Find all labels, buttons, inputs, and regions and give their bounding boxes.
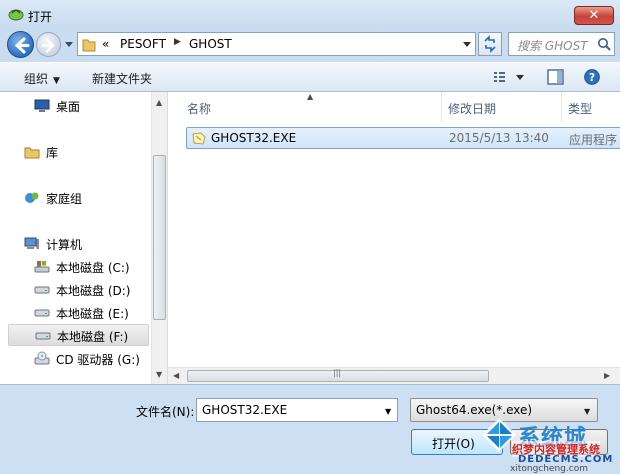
nav-item-drive-e[interactable]: 本地磁盘 (E:) (34, 303, 146, 323)
drive-icon (35, 332, 51, 340)
view-dropdown-icon[interactable] (514, 68, 526, 86)
scrollbar-thumb[interactable] (153, 155, 166, 320)
computer-icon (24, 237, 39, 249)
filename-field[interactable]: GHOST32.EXE ▼ (196, 398, 398, 422)
title-bar: 打开 ✕ (0, 0, 620, 30)
drive-icon (34, 309, 50, 317)
nav-item-label: 本地磁盘 (D:) (56, 284, 131, 298)
chevron-down-icon: ▼ (53, 76, 60, 86)
file-name: GHOST32.EXE (211, 131, 297, 145)
nav-item-drive-f[interactable]: 本地磁盘 (F:) (8, 324, 149, 346)
file-list-scrollbar[interactable]: ◀ ||| ▶ (168, 367, 620, 384)
close-icon: ✕ (588, 8, 600, 23)
breadcrumb-arrow-icon[interactable]: ▶ (174, 37, 181, 47)
nav-item-label: 家庭组 (46, 192, 83, 206)
forward-button[interactable] (36, 32, 61, 57)
filename-value: GHOST32.EXE (202, 403, 288, 417)
nav-item-cd-drive[interactable]: CD 驱动器 (G:) (34, 349, 146, 369)
view-options-icon[interactable] (492, 68, 512, 86)
nav-item-label: 本地磁盘 (E:) (56, 307, 129, 321)
navigation-bar: « PESOFT ▶ GHOST 搜索 GHOST (0, 30, 620, 58)
open-button-label: 打开(O) (432, 437, 475, 451)
address-prefix[interactable]: « (102, 37, 109, 51)
nav-item-library[interactable]: 库 (24, 142, 144, 162)
address-segment-pesoft[interactable]: PESOFT (120, 37, 166, 51)
nav-item-label: 库 (46, 146, 59, 160)
app-icon (8, 9, 24, 21)
search-icon[interactable] (597, 37, 611, 51)
arrow-right-icon (41, 38, 55, 53)
nav-item-label: 桌面 (56, 100, 81, 114)
refresh-icon (484, 35, 496, 53)
chevron-down-icon[interactable]: ▼ (385, 407, 391, 416)
nav-item-desktop[interactable]: 桌面 (34, 96, 144, 116)
homegroup-icon (25, 192, 39, 203)
window-title: 打开 (28, 10, 53, 24)
scrollbar-grip: ||| (333, 368, 342, 377)
search-box[interactable]: 搜索 GHOST (508, 32, 615, 56)
file-type: 应用程序 (569, 133, 618, 147)
column-header-name[interactable]: 名称 (187, 100, 211, 117)
close-button[interactable]: ✕ (574, 6, 614, 25)
new-folder-button[interactable]: 新建文件夹 (92, 70, 152, 87)
address-history-dropdown-icon[interactable] (462, 40, 472, 48)
arrow-left-icon (14, 37, 30, 54)
svg-text:?: ? (589, 71, 595, 84)
application-icon (192, 132, 206, 145)
back-button[interactable] (7, 31, 34, 58)
column-header-type[interactable]: 类型 (568, 100, 592, 117)
column-header-modified[interactable]: 修改日期 (448, 100, 496, 117)
recent-pages-dropdown[interactable] (63, 37, 75, 51)
sort-ascending-icon: ▲ (307, 92, 314, 101)
scroll-left-icon[interactable]: ◀ (173, 371, 179, 380)
nav-item-computer[interactable]: 计算机 (24, 234, 144, 254)
refresh-button[interactable] (478, 32, 502, 56)
system-drive-icon (34, 261, 50, 273)
nav-item-drive-d[interactable]: 本地磁盘 (D:) (34, 280, 146, 300)
watermark: 系统城 织梦内容管理系统 DEDECMS.COM xitongcheng.com (474, 414, 620, 474)
navigation-pane: 桌面 库 家庭组 计算机 本地磁盘 (C:) 本地磁盘 (D:) 本地磁盘 (E… (0, 92, 167, 384)
nav-item-homegroup[interactable]: 家庭组 (24, 188, 144, 208)
file-modified-date: 2015/5/13 13:40 (449, 131, 549, 145)
nav-item-label: CD 驱动器 (G:) (56, 353, 140, 367)
help-icon[interactable]: ? (582, 68, 602, 86)
nav-item-label: 本地磁盘 (C:) (56, 261, 130, 275)
column-divider[interactable] (441, 92, 442, 122)
command-bar: 组织 ▼ 新建文件夹 ? (0, 62, 620, 92)
drive-icon (34, 286, 50, 294)
preview-pane-icon[interactable] (546, 68, 566, 86)
nav-item-label: 本地磁盘 (F:) (57, 330, 129, 344)
navigation-pane-scrollbar[interactable]: ▲ ▼ (151, 92, 167, 384)
watermark-url: xitongcheng.com (510, 464, 588, 474)
scroll-down-icon[interactable]: ▼ (156, 370, 162, 379)
folder-icon (82, 39, 96, 52)
organize-menu[interactable]: 组织 ▼ (24, 70, 60, 87)
nav-item-label: 计算机 (46, 238, 83, 252)
address-bar[interactable]: « PESOFT ▶ GHOST (77, 32, 476, 56)
library-icon (24, 147, 40, 159)
address-segment-ghost[interactable]: GHOST (189, 37, 232, 51)
organize-label: 组织 (24, 72, 49, 86)
cd-drive-icon (34, 351, 50, 365)
scroll-up-icon[interactable]: ▲ (156, 98, 162, 107)
desktop-icon (34, 99, 50, 112)
scrollbar-thumb[interactable]: ||| (187, 368, 489, 382)
search-input[interactable]: 搜索 GHOST (517, 37, 588, 54)
file-list: ▲ 名称 修改日期 类型 GHOST32.EXE 2015/5/13 13:40… (167, 92, 620, 384)
column-divider[interactable] (561, 92, 562, 122)
table-row[interactable]: GHOST32.EXE 2015/5/13 13:40 应用程序 (186, 127, 620, 149)
nav-item-drive-c[interactable]: 本地磁盘 (C:) (34, 257, 146, 277)
filename-label: 文件名(N): (136, 405, 195, 419)
scroll-right-icon[interactable]: ▶ (604, 371, 610, 380)
